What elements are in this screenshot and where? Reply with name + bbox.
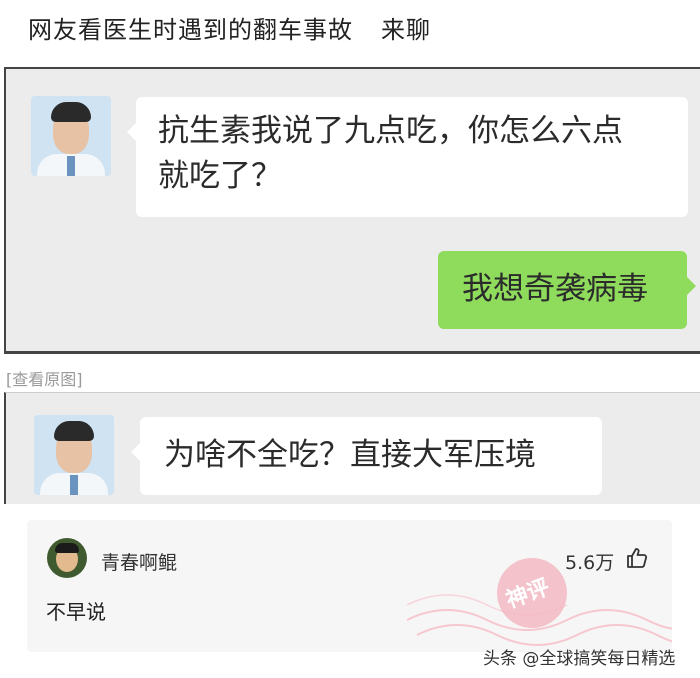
thumbs-up-icon[interactable]	[625, 546, 649, 570]
doctor-avatar	[31, 96, 111, 176]
commenter-username[interactable]: 青春啊鲲	[101, 548, 177, 575]
like-count: 5.6万	[565, 552, 615, 574]
post-tag[interactable]: 来聊	[381, 16, 431, 44]
doctor-avatar-2	[34, 415, 114, 495]
comment-text: 不早说	[46, 600, 106, 624]
chat-screenshot-2[interactable]: 为啥不全吃？直接大军压境	[4, 392, 700, 504]
user-reply-text: 我想奇袭病毒	[462, 271, 648, 307]
post-title: 网友看医生时遇到的翻车事故 来聊	[28, 10, 431, 45]
doctor-message-bubble-2: 为啥不全吃？直接大军压境	[131, 417, 602, 495]
post-title-text: 网友看医生时遇到的翻车事故	[28, 16, 353, 44]
doctor-message-bubble: 抗生素我说了九点吃，你怎么六点 就吃了？	[127, 97, 688, 217]
commenter-avatar[interactable]	[47, 538, 87, 578]
doctor-message-line-1: 抗生素我说了九点吃，你怎么六点	[158, 113, 623, 149]
chat-screenshot-1[interactable]: 抗生素我说了九点吃，你怎么六点 就吃了？ 我想奇袭病毒	[4, 67, 700, 354]
doctor-message-2-text: 为啥不全吃？直接大军压境	[164, 437, 536, 473]
top-comment-card[interactable]: 神评 青春啊鲲 5.6万 不早说	[27, 520, 672, 652]
source-watermark: 头条 @全球搞笑每日精选	[483, 649, 676, 669]
user-reply-bubble: 我想奇袭病毒	[438, 251, 696, 329]
doctor-message-line-2: 就吃了？	[158, 158, 282, 194]
view-original-link[interactable]: [查看原图]	[6, 366, 83, 390]
